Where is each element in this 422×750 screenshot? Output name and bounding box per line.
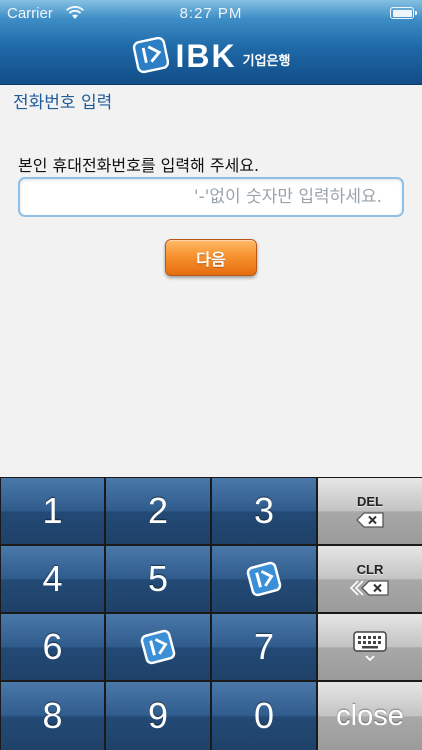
hide-keyboard-icon [353, 631, 387, 662]
phone-number-input[interactable] [18, 177, 404, 217]
key-3[interactable]: 3 [212, 478, 316, 544]
key-5[interactable]: 5 [106, 546, 210, 612]
hide-keyboard-key[interactable] [318, 614, 422, 680]
clear-all-icon [350, 579, 389, 596]
blank-key-logo[interactable] [212, 546, 316, 612]
ibk-logo-icon [140, 629, 176, 665]
brand-name: IBK [175, 37, 237, 74]
close-keypad-button[interactable]: close [318, 682, 422, 750]
clear-key[interactable]: CLR [318, 546, 422, 612]
clear-key-label: CLR [356, 561, 384, 577]
key-9[interactable]: 9 [106, 682, 210, 750]
delete-key[interactable]: DEL [318, 478, 422, 544]
ibk-logo-icon [132, 36, 169, 74]
brand-logo: IBK 기업은행 [0, 26, 422, 84]
status-bar: Carrier 8:27 PM [0, 0, 422, 28]
instruction-text: 본인 휴대전화번호를 입력해 주세요. [18, 156, 260, 175]
page-title: 전화번호 입력 [13, 93, 113, 113]
battery-icon [390, 7, 417, 19]
delete-key-label: DEL [357, 493, 383, 509]
key-8[interactable]: 8 [1, 682, 104, 750]
backspace-icon [356, 511, 384, 528]
ibk-logo-icon [246, 561, 282, 597]
blank-key-logo[interactable] [106, 614, 210, 680]
key-6[interactable]: 6 [1, 614, 104, 680]
key-7[interactable]: 7 [212, 614, 316, 680]
key-2[interactable]: 2 [106, 478, 210, 544]
next-button[interactable]: 다음 [165, 239, 257, 276]
key-0[interactable]: 0 [212, 682, 316, 750]
status-time: 8:27 PM [179, 5, 243, 22]
app-header: Carrier 8:27 PM IBK 기업은행 [0, 0, 422, 85]
brand-subtitle: 기업은행 [242, 53, 291, 69]
secure-keypad: 1 2 3 DEL 4 5 CLR 6 7 8 9 0 close [0, 477, 422, 750]
key-4[interactable]: 4 [1, 546, 104, 612]
key-1[interactable]: 1 [1, 478, 104, 544]
